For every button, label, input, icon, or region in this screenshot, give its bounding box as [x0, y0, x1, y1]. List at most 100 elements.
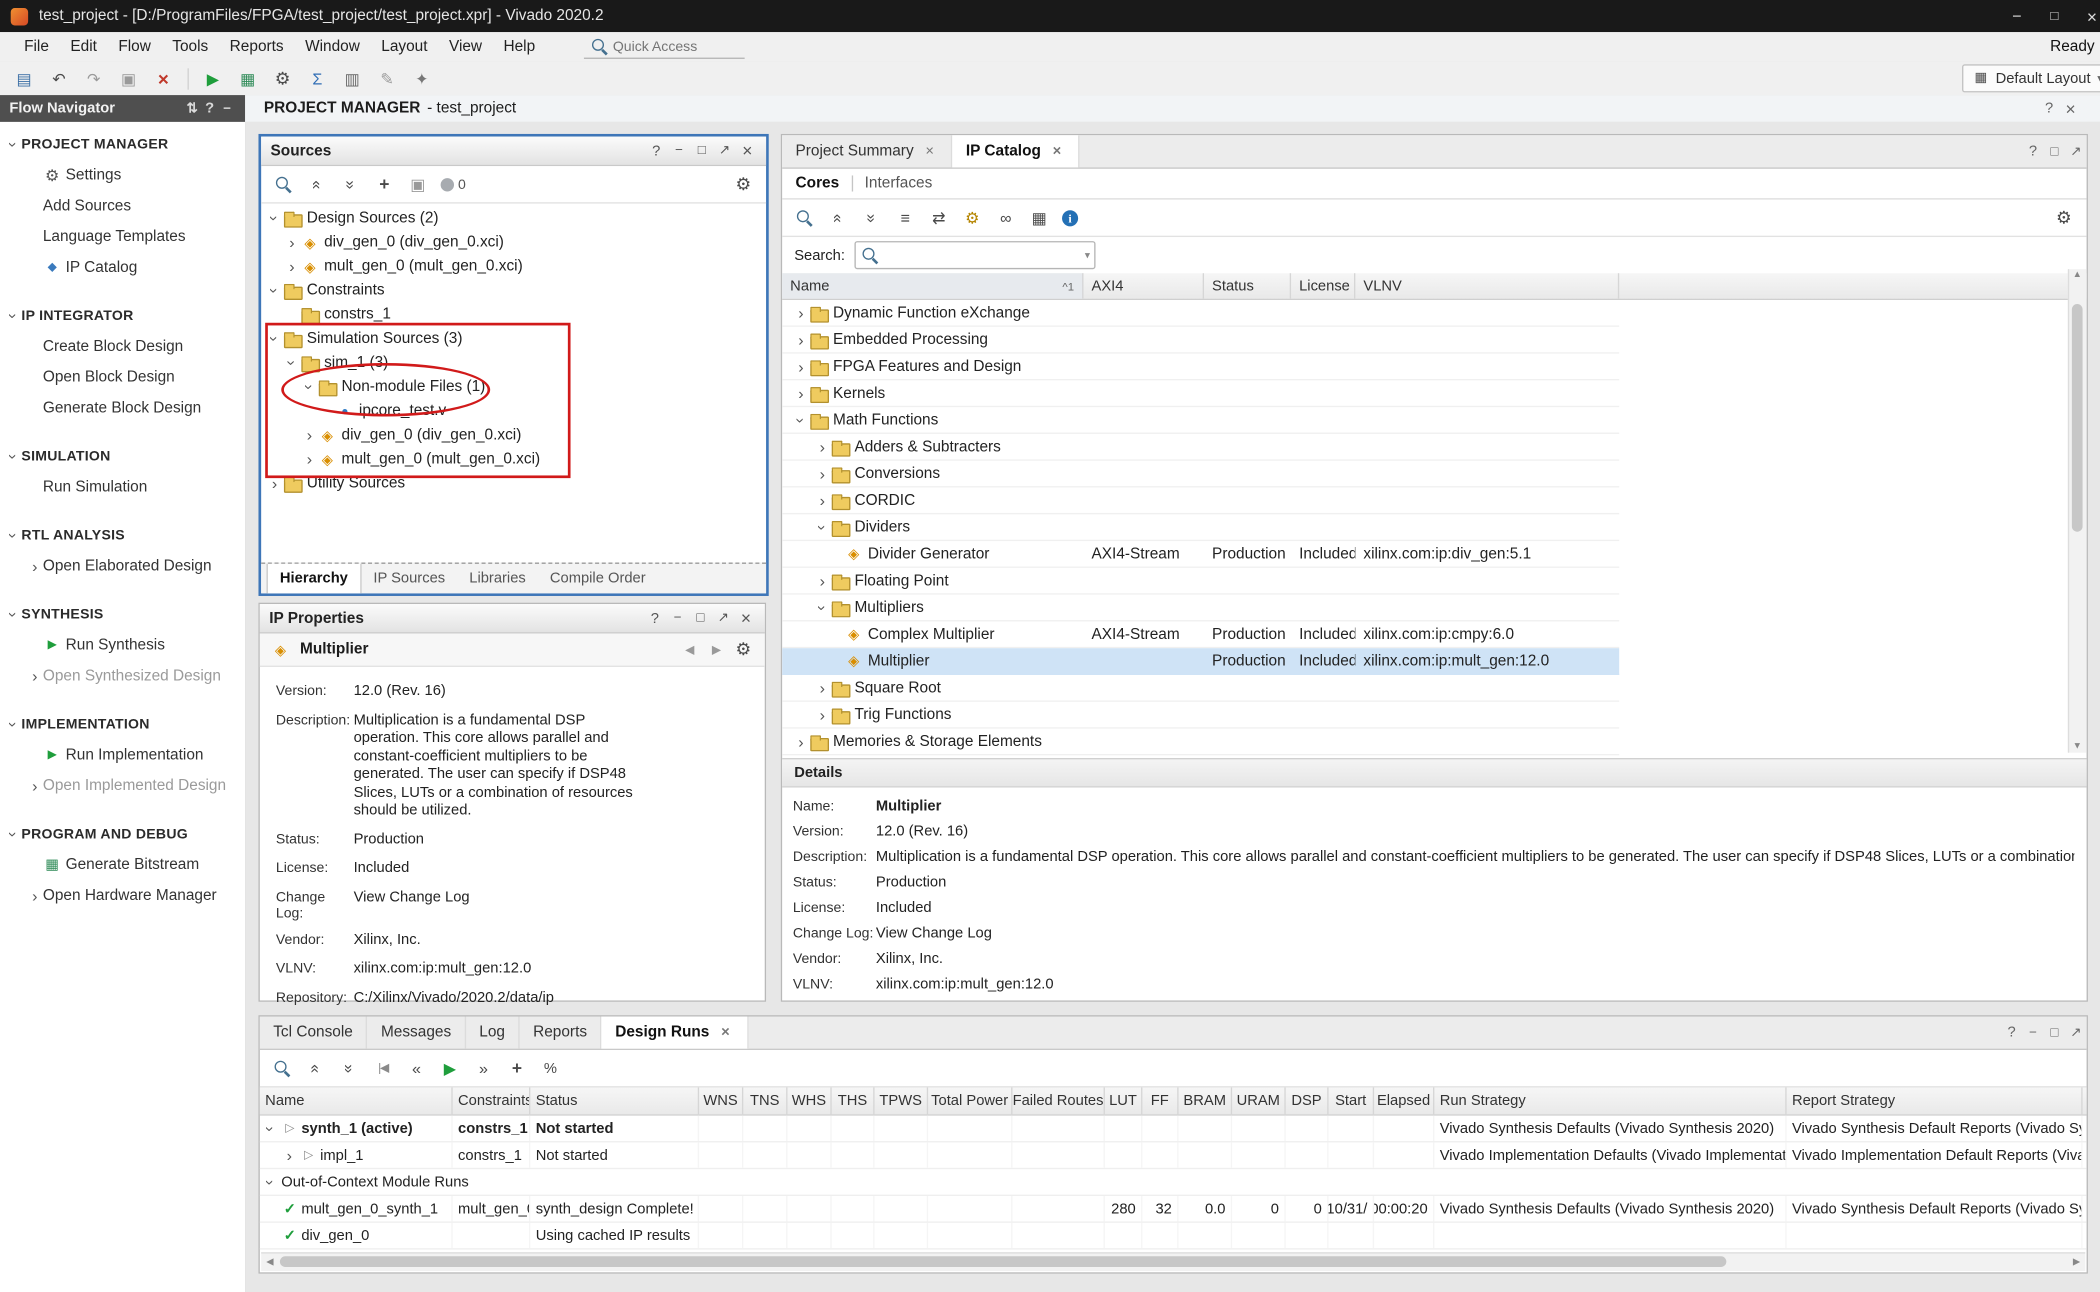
- catalog-row-math-functions[interactable]: Math Functions: [782, 407, 1619, 434]
- catalog-row-trig-functions[interactable]: Trig Functions: [782, 702, 1619, 729]
- skip-to-start-icon[interactable]: [372, 1057, 393, 1078]
- help-icon[interactable]: [647, 140, 666, 161]
- chevron-icon[interactable]: [300, 379, 319, 395]
- flow-item-generate-bitstream[interactable]: Generate Bitstream: [0, 849, 245, 880]
- flow-item-open-elaborated-design[interactable]: Open Elaborated Design: [0, 550, 245, 581]
- runs-column-whs[interactable]: WHS: [787, 1087, 831, 1114]
- tab-hierarchy[interactable]: Hierarchy: [267, 564, 362, 593]
- minimize-icon[interactable]: [1998, 5, 2035, 26]
- report-icon[interactable]: [342, 68, 363, 89]
- source-tree-item-design-sources-2[interactable]: Design Sources (2): [261, 206, 766, 230]
- collapse-icon[interactable]: [218, 98, 235, 119]
- next-icon[interactable]: [706, 639, 727, 660]
- catalog-row-dynamic-function-exchange[interactable]: Dynamic Function eXchange: [782, 300, 1619, 327]
- chevron-icon[interactable]: [265, 283, 284, 299]
- source-tree-item-constrs-1[interactable]: constrs_1: [261, 303, 766, 327]
- copy-icon[interactable]: [118, 68, 139, 89]
- tab-ip-catalog[interactable]: IP Catalog: [952, 135, 1079, 167]
- flow-item-language-templates[interactable]: Language Templates: [0, 221, 245, 252]
- hierarchy-icon[interactable]: [895, 207, 916, 228]
- add-sources-icon[interactable]: [374, 173, 395, 194]
- menu-item-file[interactable]: File: [13, 39, 59, 55]
- customize-wrench-icon[interactable]: [962, 207, 983, 228]
- close-icon[interactable]: [717, 1025, 733, 1041]
- chevron-icon[interactable]: [281, 1146, 297, 1165]
- minimize-icon[interactable]: [670, 140, 689, 161]
- tab-libraries[interactable]: Libraries: [457, 564, 538, 593]
- vertical-scrollbar[interactable]: ▲ ▼: [2068, 269, 2087, 752]
- chevron-icon[interactable]: [814, 571, 830, 590]
- sigma-icon[interactable]: [307, 68, 328, 89]
- detail-link[interactable]: Production: [876, 875, 946, 892]
- chevron-icon[interactable]: [813, 519, 832, 535]
- flow-item-add-sources[interactable]: Add Sources: [0, 190, 245, 221]
- chevron-icon[interactable]: [265, 210, 284, 226]
- menu-item-edit[interactable]: Edit: [60, 39, 108, 55]
- runs-column-run-strategy[interactable]: Run Strategy: [1434, 1087, 1786, 1114]
- float-icon[interactable]: [2044, 141, 2065, 162]
- flow-item-run-simulation[interactable]: Run Simulation: [0, 471, 245, 502]
- source-tree-item-mult-gen-0-mult-gen-0-xci[interactable]: mult_gen_0 (mult_gen_0.xci): [261, 254, 766, 278]
- flow-section-project-manager[interactable]: PROJECT MANAGER: [0, 130, 245, 159]
- tab-ip-sources[interactable]: IP Sources: [361, 564, 457, 593]
- help-icon[interactable]: [2022, 141, 2043, 162]
- settings-gear-icon[interactable]: [2053, 207, 2074, 228]
- close-icon[interactable]: [2073, 5, 2100, 26]
- runs-column-tpws[interactable]: TPWS: [875, 1087, 929, 1114]
- link-icon[interactable]: [995, 207, 1016, 228]
- column-header-status[interactable]: Status: [1204, 273, 1291, 298]
- close-icon[interactable]: [2060, 98, 2081, 119]
- chevron-icon[interactable]: [301, 450, 317, 469]
- source-tree-item-utility-sources[interactable]: Utility Sources: [261, 471, 766, 495]
- scroll-right-icon[interactable]: ▶: [2068, 1254, 2085, 1270]
- source-tree-item-simulation-sources-3[interactable]: Simulation Sources (3): [261, 327, 766, 351]
- catalog-row-cordic[interactable]: CORDIC: [782, 487, 1619, 514]
- runs-column-status[interactable]: Status: [530, 1087, 699, 1114]
- maximize-icon[interactable]: [714, 607, 733, 628]
- catalog-row-floating-point[interactable]: Floating Point: [782, 568, 1619, 595]
- catalog-row-dividers[interactable]: Dividers: [782, 514, 1619, 541]
- chevron-icon[interactable]: [813, 599, 832, 615]
- runs-column-name[interactable]: Name: [260, 1087, 453, 1114]
- column-header-name[interactable]: Name ^1: [782, 273, 1083, 298]
- create-run-icon[interactable]: [506, 1057, 527, 1078]
- chevron-icon[interactable]: [793, 732, 809, 751]
- catalog-row-memories-storage-elements[interactable]: Memories & Storage Elements: [782, 729, 1619, 756]
- run-icon[interactable]: [439, 1057, 460, 1078]
- close-icon[interactable]: [738, 140, 757, 161]
- runs-column-report-strategy[interactable]: Report Strategy: [1787, 1087, 2083, 1114]
- chevron-icon[interactable]: [814, 491, 830, 510]
- flow-item-ip-catalog[interactable]: IP Catalog: [0, 252, 245, 283]
- close-icon[interactable]: [737, 607, 756, 628]
- flow-item-run-synthesis[interactable]: Run Synthesis: [0, 629, 245, 660]
- runs-column-start[interactable]: Start: [1329, 1087, 1375, 1114]
- runs-column-wns[interactable]: WNS: [699, 1087, 743, 1114]
- quick-access-input[interactable]: [610, 37, 731, 56]
- subtab-cores[interactable]: Cores: [796, 175, 840, 191]
- flow-section-synthesis[interactable]: SYNTHESIS: [0, 600, 245, 629]
- flow-section-ip-integrator[interactable]: IP INTEGRATOR: [0, 301, 245, 330]
- maximize-icon[interactable]: [2065, 141, 2086, 162]
- expand-all-icon[interactable]: [340, 173, 361, 194]
- flow-section-implementation[interactable]: IMPLEMENTATION: [0, 710, 245, 739]
- menu-item-flow[interactable]: Flow: [108, 39, 162, 55]
- probe-icon[interactable]: [411, 68, 432, 89]
- chevron-icon[interactable]: [267, 474, 283, 493]
- chevron-icon[interactable]: [793, 303, 809, 322]
- float-icon[interactable]: [691, 607, 710, 628]
- chevron-icon[interactable]: [792, 412, 811, 428]
- runs-column-total-power[interactable]: Total Power: [928, 1087, 1012, 1114]
- menu-item-view[interactable]: View: [438, 39, 493, 55]
- chevron-icon[interactable]: [283, 355, 302, 371]
- catalog-row-divider-generator[interactable]: Divider GeneratorAXI4-StreamProductionIn…: [782, 541, 1619, 568]
- scroll-down-icon[interactable]: ▼: [2069, 742, 2085, 751]
- maximize-icon[interactable]: [715, 140, 734, 161]
- chevron-icon[interactable]: [814, 437, 830, 456]
- catalog-search-box[interactable]: ▾: [854, 241, 1095, 269]
- run-row-synth-1-active[interactable]: synth_1 (active)constrs_1Not startedViva…: [260, 1116, 2087, 1143]
- runs-column-dsp[interactable]: DSP: [1286, 1087, 1329, 1114]
- detail-link[interactable]: View Change Log: [876, 925, 992, 942]
- edit-icon[interactable]: [376, 68, 397, 89]
- chevron-icon[interactable]: [793, 384, 809, 403]
- scrollbar-thumb[interactable]: [2072, 304, 2083, 532]
